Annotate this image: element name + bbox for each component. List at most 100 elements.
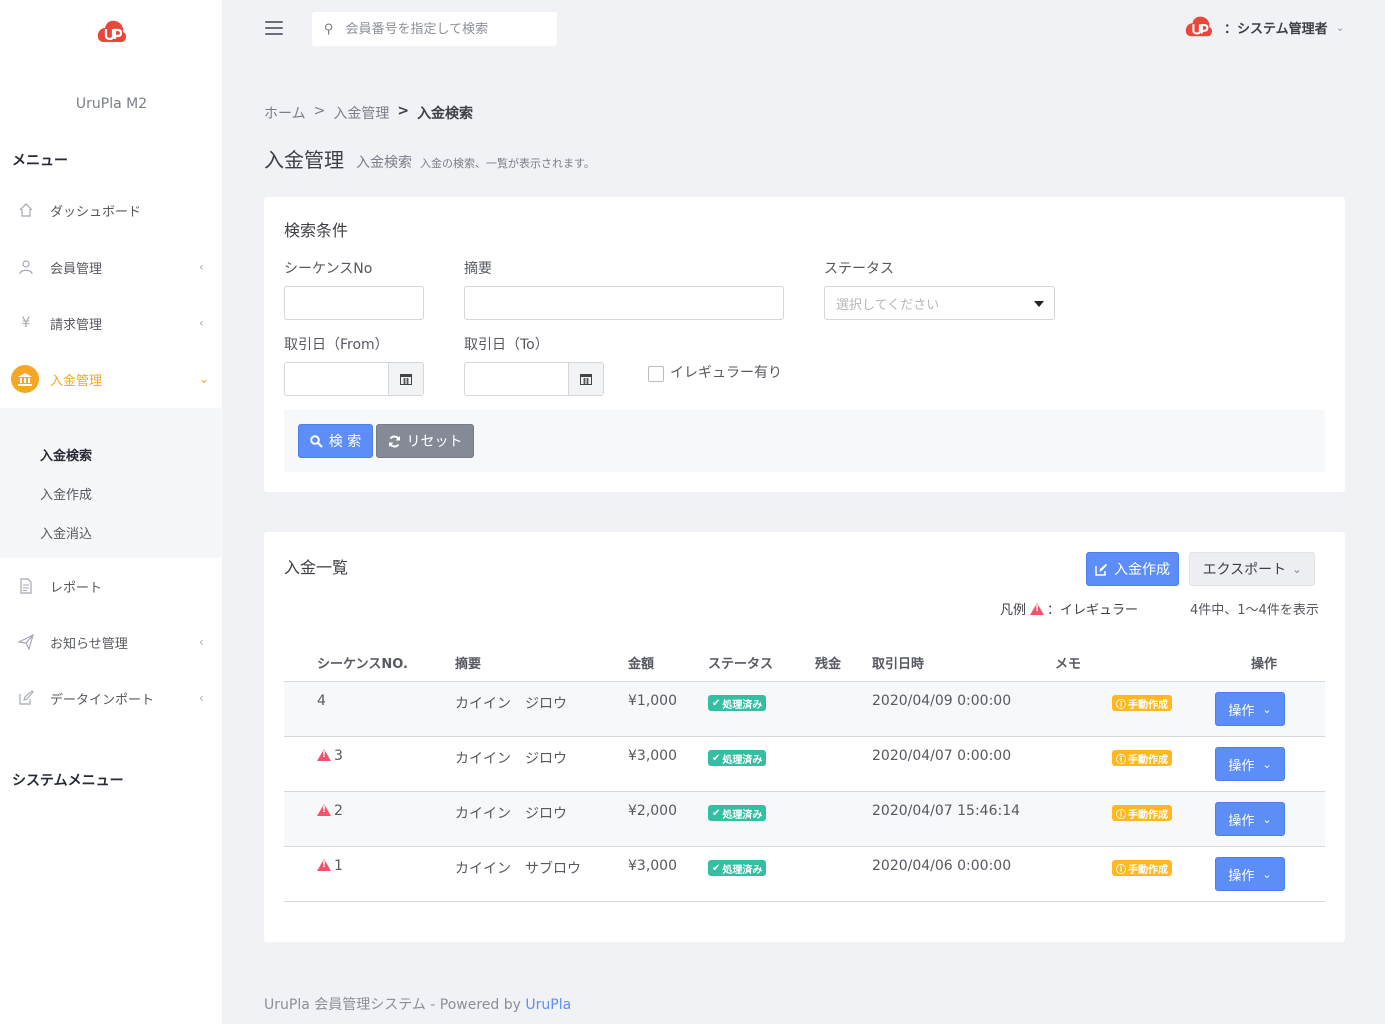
sequence-label: シーケンスNo bbox=[284, 261, 373, 277]
row-action-label: 操作 bbox=[1228, 813, 1255, 829]
search-panel: 検索条件 シーケンスNo 摘要 ステータス 選択してください 取引日（From）… bbox=[264, 197, 1345, 492]
cell-sequence-value: 3 bbox=[334, 748, 343, 764]
subnav-item-payment-search[interactable]: 入金検索 bbox=[40, 445, 92, 464]
cell-summary: カイイン ジロウ bbox=[455, 806, 567, 822]
reset-button[interactable]: リセット bbox=[376, 424, 474, 458]
memo-badge: ⓘ 手動作成 bbox=[1112, 860, 1172, 876]
summary-label: 摘要 bbox=[464, 261, 492, 277]
caret-down-icon bbox=[1034, 301, 1044, 307]
memo-badge: ⓘ 手動作成 bbox=[1112, 750, 1172, 766]
row-action-label: 操作 bbox=[1228, 868, 1255, 884]
result-count: 4件中、1〜4件を表示 bbox=[1190, 603, 1319, 618]
bank-icon bbox=[11, 365, 39, 393]
check-circle-icon: ✔ bbox=[712, 697, 721, 709]
export-button[interactable]: エクスポート ⌄ bbox=[1189, 552, 1315, 586]
column-balance[interactable]: 残金 bbox=[815, 653, 841, 672]
breadcrumb-home[interactable]: ホーム bbox=[264, 103, 306, 123]
chevron-left-icon: ‹ bbox=[199, 316, 204, 330]
status-badge-text: 処理済み bbox=[722, 754, 763, 766]
edit-icon bbox=[1095, 563, 1108, 576]
status-badge: ✔ 処理済み bbox=[708, 805, 767, 821]
row-action-button[interactable]: 操作 ⌄ bbox=[1215, 692, 1285, 726]
breadcrumb-separator: > bbox=[313, 103, 326, 119]
chevron-down-icon: ⌄ bbox=[1335, 20, 1345, 34]
user-name: ：システム管理者 bbox=[1224, 21, 1328, 37]
create-payment-button[interactable]: 入金作成 bbox=[1086, 552, 1179, 586]
table-row: 2 カイイン ジロウ ¥2,000 ✔処理済み 2020/04/07 15:46… bbox=[284, 792, 1325, 847]
check-circle-icon: ✔ bbox=[712, 862, 721, 874]
sidebar-item-dashboard[interactable]: ダッシュボード bbox=[0, 190, 223, 230]
warning-icon bbox=[317, 859, 331, 871]
sidebar-item-label: データインポート bbox=[50, 692, 155, 708]
user-menu[interactable]: ：システム管理者 ⌄ bbox=[1184, 14, 1345, 40]
memo-badge: ⓘ 手動作成 bbox=[1112, 695, 1172, 711]
brand-name: UruPla M2 bbox=[75, 96, 148, 112]
subnav-item-payment-create[interactable]: 入金作成 bbox=[40, 484, 92, 503]
cell-sequence: 4 bbox=[317, 693, 326, 709]
table-header: シーケンスNO. 摘要 金額 ステータス 残金 取引日時 メモ 操作 bbox=[284, 644, 1325, 682]
column-summary[interactable]: 摘要 bbox=[455, 653, 481, 672]
row-action-button[interactable]: 操作 ⌄ bbox=[1215, 802, 1285, 836]
legend: 凡例 ：イレギュラー bbox=[1000, 599, 1138, 618]
chevron-down-icon: ⌄ bbox=[1262, 867, 1272, 881]
check-circle-icon: ✔ bbox=[712, 807, 721, 819]
status-label: ステータス bbox=[824, 261, 894, 277]
search-button[interactable]: 検 索 bbox=[298, 424, 373, 458]
date-from-input[interactable] bbox=[284, 362, 424, 396]
chevron-down-icon: ⌄ bbox=[1262, 757, 1272, 771]
chevron-down-icon: ⌄ bbox=[1262, 812, 1272, 826]
sidebar-item-data-import[interactable]: データインポート ‹ bbox=[0, 678, 223, 718]
menu-toggle-icon[interactable] bbox=[265, 21, 283, 35]
row-action-label: 操作 bbox=[1228, 703, 1255, 719]
cell-sequence-value: 1 bbox=[334, 858, 343, 874]
sidebar-item-members[interactable]: 会員管理 ‹ bbox=[0, 247, 223, 287]
date-to-input[interactable] bbox=[464, 362, 604, 396]
column-memo[interactable]: メモ bbox=[1055, 653, 1081, 672]
memo-badge-text: 手動作成 bbox=[1128, 754, 1168, 766]
row-action-button[interactable]: 操作 ⌄ bbox=[1215, 857, 1285, 891]
breadcrumb-section[interactable]: 入金管理 bbox=[333, 103, 389, 123]
calendar-icon[interactable] bbox=[568, 363, 603, 395]
column-date[interactable]: 取引日時 bbox=[872, 653, 924, 672]
member-search-input[interactable] bbox=[345, 21, 536, 37]
urupla-logo-icon[interactable] bbox=[96, 18, 128, 46]
breadcrumb-current: 入金検索 bbox=[417, 106, 474, 122]
column-status[interactable]: ステータス bbox=[708, 653, 773, 672]
calendar-icon[interactable] bbox=[388, 363, 423, 395]
sidebar-item-report[interactable]: レポート bbox=[0, 566, 223, 606]
cell-amount: ¥1,000 bbox=[628, 693, 677, 709]
table-row: 4 カイイン ジロウ ¥1,000 ✔ 処理済み 2020/04/09 0:00:… bbox=[284, 682, 1325, 737]
status-badge-text: 処理済み bbox=[722, 864, 763, 876]
chevron-left-icon: ‹ bbox=[199, 260, 204, 274]
column-sequence[interactable]: シーケンスNO. bbox=[317, 653, 408, 672]
footer-link[interactable]: UruPla bbox=[525, 997, 571, 1013]
column-amount[interactable]: 金額 bbox=[628, 653, 654, 672]
menu-heading: メニュー bbox=[12, 153, 68, 169]
info-circle-icon: ⓘ bbox=[1116, 754, 1126, 766]
subnav-payments: 入金検索 入金作成 入金消込 bbox=[0, 408, 223, 558]
info-circle-icon: ⓘ bbox=[1116, 864, 1126, 876]
sidebar-item-notices[interactable]: お知らせ管理 ‹ bbox=[0, 622, 223, 662]
status-badge: ✔ 処理済み bbox=[708, 695, 767, 711]
sidebar-item-label: 会員管理 bbox=[50, 261, 103, 277]
row-action-button[interactable]: 操作 ⌄ bbox=[1215, 747, 1285, 781]
sequence-input[interactable] bbox=[284, 286, 424, 320]
cell-sequence: 3 bbox=[317, 748, 343, 764]
home-icon bbox=[16, 200, 36, 220]
sidebar-item-billing[interactable]: ¥ 請求管理 ‹ bbox=[0, 303, 223, 343]
summary-input[interactable] bbox=[464, 286, 784, 320]
reset-button-label: リセット bbox=[406, 434, 463, 450]
cell-date: 2020/04/06 0:00:00 bbox=[872, 858, 1012, 874]
date-to-label: 取引日（To） bbox=[464, 337, 549, 353]
page-subtitle: 入金検索 bbox=[356, 155, 412, 171]
irregular-checkbox[interactable] bbox=[648, 366, 664, 382]
chevron-left-icon: ‹ bbox=[199, 691, 204, 705]
sidebar: UruPla M2 メニュー ダッシュボード 会員管理 ‹ ¥ 請求管理 ‹ 入… bbox=[0, 0, 223, 1024]
cell-summary: カイイン ジロウ bbox=[455, 696, 567, 712]
page-description: 入金の検索、一覧が表示されます。 bbox=[420, 157, 595, 170]
sidebar-item-payments[interactable]: 入金管理 ⌄ bbox=[0, 359, 223, 399]
cell-summary: カイイン ジロウ bbox=[455, 751, 567, 767]
status-select[interactable]: 選択してください bbox=[824, 286, 1055, 320]
subnav-item-payment-reconcile[interactable]: 入金消込 bbox=[40, 523, 92, 542]
table-row: 1 カイイン サブロウ ¥3,000 ✔処理済み 2020/04/06 0:00… bbox=[284, 847, 1325, 902]
